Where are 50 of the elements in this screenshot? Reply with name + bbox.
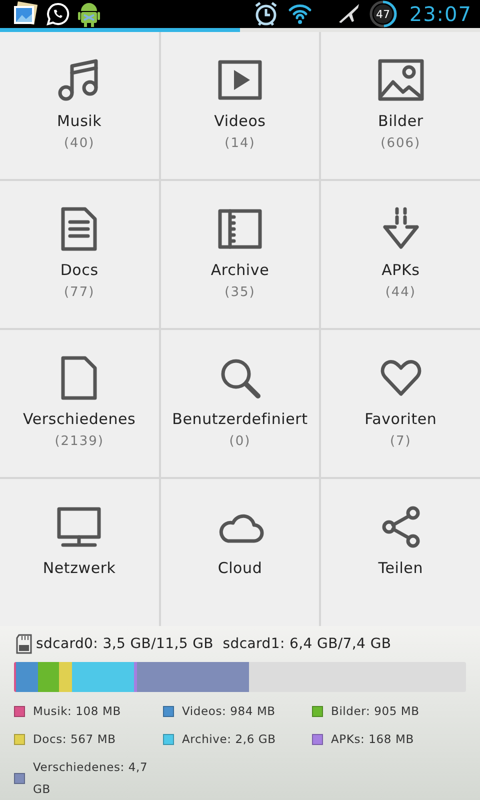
category-tile[interactable]: Archive (35)	[160, 181, 320, 328]
item-count: (35)	[224, 285, 256, 300]
clock-time: 23:07	[409, 2, 472, 26]
item-count: (40)	[64, 136, 95, 151]
legend-label: Bilder: 905 MB	[331, 703, 420, 720]
wifi-icon	[287, 2, 314, 26]
category-tile[interactable]: Docs (77)	[0, 181, 159, 328]
category-tile[interactable]: Favoriten (7)	[321, 330, 480, 477]
category-tile[interactable]: Netzwerk	[0, 479, 159, 626]
battery-indicator: 47	[369, 0, 398, 28]
item-count: (2139)	[54, 434, 104, 449]
item-count: (14)	[224, 136, 256, 151]
category-tile[interactable]: Teilen	[321, 479, 480, 626]
item-count: (7)	[390, 434, 412, 449]
category-label: Cloud	[218, 559, 262, 577]
category-label: Favoriten	[364, 410, 437, 428]
category-tile[interactable]: Videos (14)	[160, 32, 320, 179]
legend-label: Docs: 567 MB	[33, 731, 116, 748]
category-label: Netzwerk	[42, 559, 116, 577]
category-label: Musik	[57, 112, 102, 130]
category-label: Videos	[214, 112, 266, 130]
category-label: Bilder	[378, 112, 424, 130]
chat-icon	[46, 2, 70, 26]
storage-summary: sdcard0: 3,5 GB/11,5 GB sdcard1: 6,4 GB/7,4 GB	[36, 636, 392, 652]
legend-label: Musik: 108 MB	[33, 703, 121, 720]
legend-label: APKs: 168 MB	[331, 731, 414, 748]
item-count: (77)	[64, 285, 95, 300]
category-tile[interactable]: Verschiedenes (2139)	[0, 330, 159, 477]
item-count: (606)	[380, 136, 421, 151]
legend-label: Videos: 984 MB	[182, 703, 276, 720]
category-tile[interactable]: Bilder (606)	[321, 32, 480, 179]
category-tile[interactable]: Cloud	[160, 479, 320, 626]
category-tile[interactable]: Musik (40)	[0, 32, 159, 179]
category-label: APKs	[382, 261, 420, 279]
category-label: Docs	[60, 261, 98, 279]
category-tile[interactable]: Benutzerdefiniert (0)	[160, 330, 320, 477]
category-label: Benutzerdefiniert	[172, 410, 308, 428]
item-count: (0)	[229, 434, 251, 449]
category-tile[interactable]: APKs (44)	[321, 181, 480, 328]
category-label: Archive	[210, 261, 270, 279]
sd-card-icon	[16, 634, 32, 654]
category-label: Teilen	[378, 559, 424, 577]
category-label: Verschiedenes	[22, 410, 136, 428]
airplane-icon	[337, 2, 362, 26]
alarm-clock-icon	[253, 0, 280, 28]
gallery-icon	[12, 1, 38, 27]
legend-label: Verschiedenes: 4,7 GB	[33, 759, 149, 798]
legend-label: Archive: 2,6 GB	[182, 731, 276, 748]
android-robot-icon	[78, 0, 100, 28]
item-count: (44)	[385, 285, 416, 300]
